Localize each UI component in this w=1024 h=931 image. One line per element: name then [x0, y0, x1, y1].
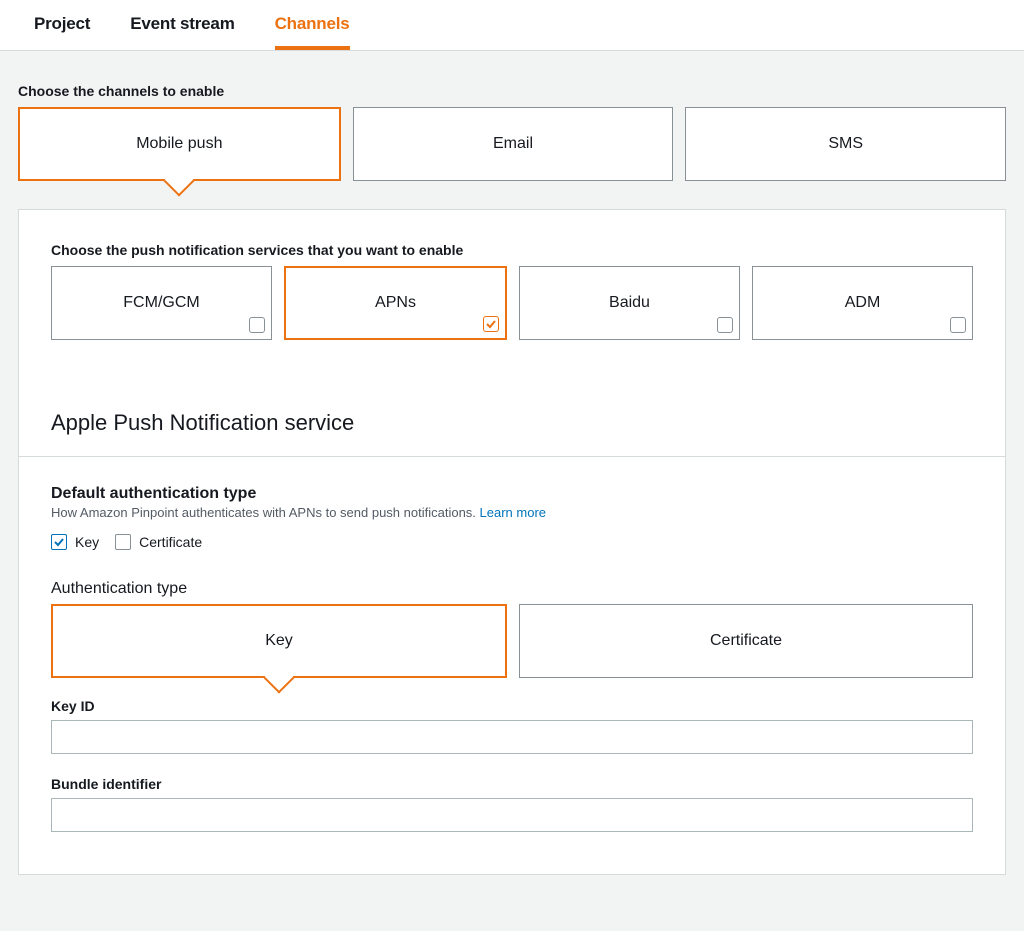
main-panel: Choose the push notification services th… [18, 209, 1006, 875]
service-card-fcm[interactable]: FCM/GCM [51, 266, 272, 340]
checkbox-icon [950, 317, 966, 333]
service-label: ADM [845, 294, 881, 312]
service-card-baidu[interactable]: Baidu [519, 266, 740, 340]
default-auth-desc: How Amazon Pinpoint authenticates with A… [51, 505, 973, 520]
auth-card-label: Key [265, 632, 293, 650]
channel-card-mobile-push[interactable]: Mobile push [18, 107, 341, 181]
checkbox-icon [115, 534, 131, 550]
checkbox-icon [51, 534, 67, 550]
bundle-id-label: Bundle identifier [51, 776, 973, 792]
channels-heading: Choose the channels to enable [18, 83, 1006, 99]
channel-label: Email [493, 135, 533, 153]
channel-label: Mobile push [136, 135, 222, 153]
key-id-input[interactable] [51, 720, 973, 754]
channel-card-email[interactable]: Email [353, 107, 674, 181]
auth-card-certificate[interactable]: Certificate [519, 604, 973, 678]
checkbox-label: Key [75, 534, 99, 550]
push-services-heading: Choose the push notification services th… [51, 242, 973, 258]
default-auth-certificate-checkbox[interactable]: Certificate [115, 534, 202, 550]
auth-card-label: Certificate [710, 632, 782, 650]
learn-more-link[interactable]: Learn more [480, 505, 546, 520]
channel-label: SMS [828, 135, 863, 153]
auth-card-key[interactable]: Key [51, 604, 507, 678]
tab-project[interactable]: Project [34, 0, 90, 50]
service-label: Baidu [609, 294, 650, 312]
tab-event-stream[interactable]: Event stream [130, 0, 234, 50]
checkbox-label: Certificate [139, 534, 202, 550]
key-id-label: Key ID [51, 698, 973, 714]
service-card-apns[interactable]: APNs [284, 266, 507, 340]
checkbox-icon [483, 316, 499, 332]
default-auth-key-checkbox[interactable]: Key [51, 534, 99, 550]
default-auth-heading: Default authentication type [51, 485, 973, 503]
auth-type-heading: Authentication type [51, 580, 973, 598]
apns-title: Apple Push Notification service [51, 410, 973, 436]
checkbox-icon [249, 317, 265, 333]
channel-card-sms[interactable]: SMS [685, 107, 1006, 181]
service-card-adm[interactable]: ADM [752, 266, 973, 340]
service-label: FCM/GCM [123, 294, 199, 312]
bundle-id-input[interactable] [51, 798, 973, 832]
tab-channels[interactable]: Channels [275, 0, 350, 50]
top-tabs-bar: Project Event stream Channels [0, 0, 1024, 51]
channels-section: Choose the channels to enable Mobile pus… [0, 51, 1024, 181]
checkbox-icon [717, 317, 733, 333]
service-label: APNs [375, 294, 416, 312]
